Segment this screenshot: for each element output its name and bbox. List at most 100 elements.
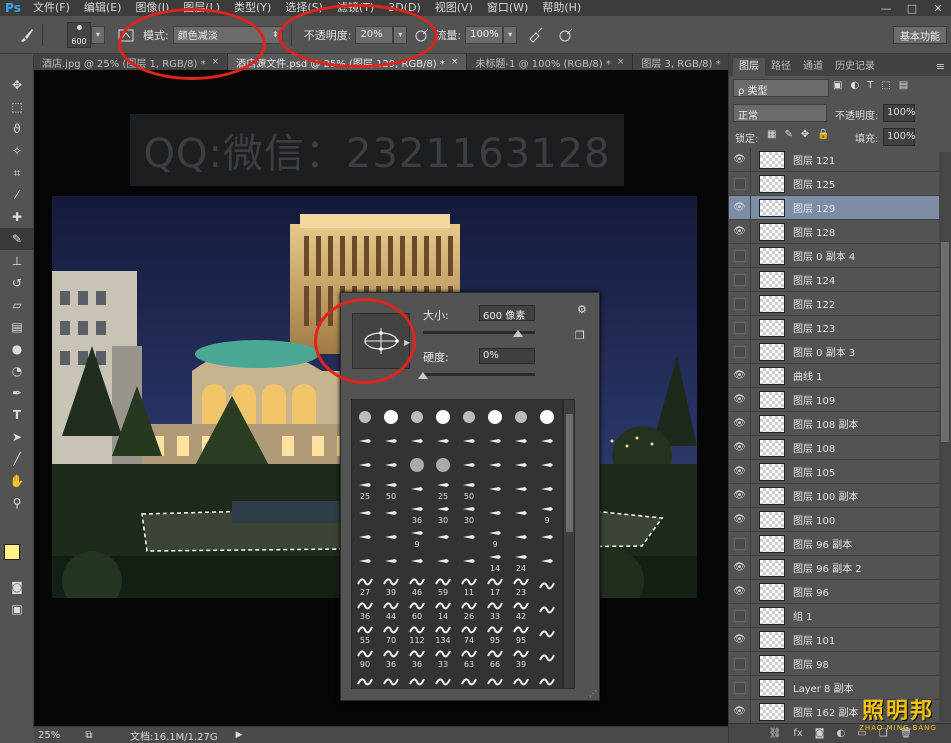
blend-mode-select[interactable]: 颜色减淡 ⬍ — [172, 25, 283, 44]
brush-preset[interactable]: 63 — [456, 644, 482, 670]
eyedropper-tool-icon[interactable]: ⁄ — [0, 184, 34, 206]
visibility-eye-icon[interactable] — [729, 603, 751, 628]
panel-tab[interactable]: 历史记录 — [829, 58, 881, 76]
brush-preset[interactable] — [352, 548, 378, 574]
document-tab[interactable]: 酒店源文件.psd @ 25% (图层 129, RGB/8) * × — [228, 54, 468, 70]
brush-preset[interactable] — [534, 524, 560, 550]
visibility-eye-icon[interactable]: 👁 — [729, 147, 751, 172]
gear-icon[interactable]: ⚙ — [577, 303, 587, 316]
visibility-eye-icon[interactable]: 👁 — [729, 699, 751, 724]
layers-scrollbar[interactable] — [939, 152, 951, 722]
brush-preset[interactable]: 70 — [378, 620, 404, 646]
layer-row[interactable]: 👁 图层 100 副本 — [729, 483, 939, 508]
brush-preset[interactable]: 59 — [430, 572, 456, 598]
brush-preset[interactable]: 14 — [482, 548, 508, 574]
brush-preset[interactable] — [352, 524, 378, 550]
visibility-eye-icon[interactable] — [729, 531, 751, 556]
brush-preset[interactable] — [482, 668, 508, 688]
brush-preset[interactable]: 33 — [430, 644, 456, 670]
brush-preset[interactable]: 44 — [378, 596, 404, 622]
hardness-input[interactable]: 0% — [479, 348, 535, 364]
brush-preset[interactable] — [430, 452, 456, 478]
brush-preset[interactable]: 50 — [456, 476, 482, 502]
menu-item[interactable]: 窗口(W) — [480, 0, 535, 16]
brush-preset[interactable] — [456, 668, 482, 688]
brush-preset[interactable]: 30 — [456, 500, 482, 526]
brush-preset[interactable] — [352, 500, 378, 526]
visibility-eye-icon[interactable]: 👁 — [729, 219, 751, 244]
move-tool-icon[interactable]: ✥ — [0, 74, 34, 96]
brush-preset[interactable] — [534, 428, 560, 454]
pressure-size-icon[interactable] — [555, 24, 577, 46]
lock-move-icon[interactable]: ✥ — [801, 129, 809, 140]
layer-row[interactable]: 图层 123 — [729, 315, 939, 340]
brush-preset[interactable]: 9 — [404, 524, 430, 550]
crop-tool-icon[interactable]: ⌗ — [0, 162, 34, 184]
minimize-button[interactable]: — — [873, 0, 899, 16]
brush-preset[interactable]: 90 — [352, 644, 378, 670]
visibility-eye-icon[interactable]: 👁 — [729, 363, 751, 388]
menu-item[interactable]: 图像(I) — [128, 0, 176, 16]
brush-preset[interactable] — [352, 668, 378, 688]
scrollbar-thumb[interactable] — [566, 414, 573, 532]
brush-preset[interactable] — [456, 404, 482, 430]
layer-row[interactable]: 👁 图层 108 — [729, 435, 939, 460]
pen-tool-icon[interactable]: ✒ — [0, 382, 34, 404]
lasso-tool-icon[interactable]: ϑ — [0, 118, 34, 140]
lock-all-icon[interactable]: 🔒 — [817, 129, 829, 140]
brush-preset[interactable] — [508, 500, 534, 526]
brush-preset[interactable] — [482, 452, 508, 478]
layer-row[interactable]: 👁 图层 128 — [729, 219, 939, 244]
filter-shape-icon[interactable]: ⬚ — [881, 80, 890, 91]
brush-preset[interactable] — [482, 476, 508, 502]
filter-adjustment-icon[interactable]: ◐ — [850, 80, 859, 91]
brush-preset[interactable]: 134 — [430, 620, 456, 646]
brush-preset[interactable] — [352, 452, 378, 478]
brush-preset[interactable] — [430, 428, 456, 454]
brush-preset[interactable] — [404, 476, 430, 502]
gradient-tool-icon[interactable]: ▤ — [0, 316, 34, 338]
brush-preset[interactable] — [534, 476, 560, 502]
brush-preset[interactable] — [404, 548, 430, 574]
eraser-tool-icon[interactable]: ▱ — [0, 294, 34, 316]
menu-item[interactable]: 视图(V) — [428, 0, 480, 16]
fill-input[interactable]: 100% — [883, 128, 916, 146]
brush-preset[interactable] — [534, 452, 560, 478]
layer-row[interactable]: 👁 图层 129 — [729, 195, 939, 220]
brush-preset[interactable] — [534, 644, 560, 670]
healing-brush-tool-icon[interactable]: ✚ — [0, 206, 34, 228]
layer-row[interactable]: 图层 0 副本 3 — [729, 339, 939, 364]
menu-item[interactable]: 选择(S) — [278, 0, 330, 16]
close-tab-icon[interactable]: × — [212, 57, 220, 67]
brush-preset[interactable] — [430, 548, 456, 574]
lock-paint-icon[interactable]: ✎ — [784, 129, 792, 140]
brush-tip-preview[interactable] — [352, 313, 410, 369]
layer-blend-mode-select[interactable]: 正常 — [733, 104, 827, 122]
scrollbar-thumb[interactable] — [941, 242, 949, 442]
size-input[interactable]: 600 像素 — [479, 305, 535, 322]
brush-preset[interactable] — [508, 452, 534, 478]
visibility-eye-icon[interactable] — [729, 243, 751, 268]
visibility-eye-icon[interactable]: 👁 — [729, 435, 751, 460]
layer-row[interactable]: 👁 曲线 1 — [729, 363, 939, 388]
zoom-level[interactable]: 25% — [38, 730, 78, 741]
brush-preset[interactable]: 11 — [456, 572, 482, 598]
menu-item[interactable]: 滤镜(T) — [330, 0, 381, 16]
menu-item[interactable]: 图层(L) — [176, 0, 227, 16]
brush-preset[interactable]: 60 — [404, 596, 430, 622]
brush-preset[interactable] — [378, 524, 404, 550]
brush-preset[interactable] — [482, 404, 508, 430]
brush-preset[interactable]: 66 — [482, 644, 508, 670]
visibility-eye-icon[interactable] — [729, 291, 751, 316]
visibility-eye-icon[interactable]: 👁 — [729, 507, 751, 532]
brush-preset[interactable]: 30 — [430, 500, 456, 526]
visibility-eye-icon[interactable]: 👁 — [729, 387, 751, 412]
quick-mask-icon[interactable]: ◙ — [0, 576, 34, 598]
lock-transparency-icon[interactable]: ▦ — [767, 129, 776, 140]
flow-dropdown[interactable]: ▾ — [503, 25, 518, 44]
brush-preset[interactable]: 36 — [378, 644, 404, 670]
layer-row[interactable]: 👁 图层 121 — [729, 147, 939, 172]
visibility-eye-icon[interactable]: 👁 — [729, 195, 751, 220]
brush-preset[interactable] — [456, 548, 482, 574]
layer-row[interactable]: Layer 8 副本 — [729, 675, 939, 700]
